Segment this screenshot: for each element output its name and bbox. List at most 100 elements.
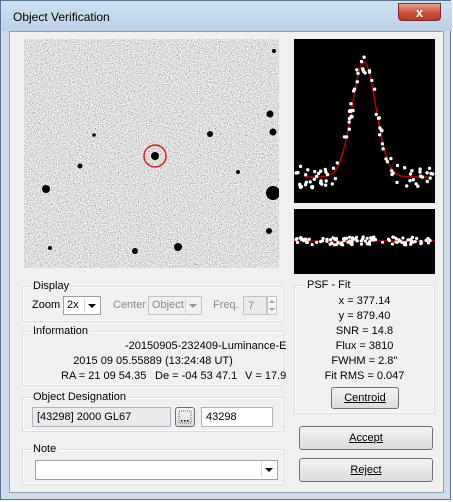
designation-legend: Object Designation (31, 390, 128, 404)
residual-data-point (363, 239, 367, 243)
freq-value: 7 (248, 300, 255, 312)
psf-fwhm: FWHM = 2.8'' (331, 355, 398, 367)
residual-data-point (371, 235, 376, 239)
residual-data-point (348, 235, 352, 239)
designation-group: Object Designation [43298] 2000 GL67 432… (22, 390, 284, 432)
psf-data-point (418, 170, 422, 174)
designation-name: [43298] 2000 GL67 (37, 411, 132, 423)
psf-data-point (349, 102, 353, 106)
psf-data-point (324, 179, 328, 183)
psf-data-point (418, 174, 423, 178)
residual-data-point (371, 238, 375, 242)
right-ascension: RA = 21 09 54.35 (61, 370, 147, 382)
psf-data-point (355, 68, 359, 72)
psf-data-point (347, 127, 351, 131)
psf-profile-plot (294, 39, 435, 203)
psf-data-point (378, 126, 382, 130)
residual-data-point (399, 239, 403, 244)
note-group: Note (22, 442, 284, 485)
psf-data-point (380, 142, 385, 146)
freq-spinner[interactable] (267, 296, 277, 315)
psf-data-point (312, 177, 316, 181)
residual-data-point (394, 240, 398, 244)
psf-data-point (350, 115, 354, 119)
psf-data-point (403, 166, 407, 170)
residual-data-point (401, 236, 405, 240)
psf-data-point (314, 174, 319, 179)
psf-data-point (408, 172, 413, 176)
title-bar[interactable]: Object Verification x (1, 1, 452, 31)
information-legend: Information (31, 324, 91, 338)
residual-data-point (325, 239, 329, 243)
psf-data-point (405, 184, 409, 188)
psf-data-point (385, 160, 390, 164)
residual-data-point (295, 237, 299, 241)
reject-label: Reject (350, 464, 382, 476)
psf-data-point (303, 183, 308, 187)
psf-data-point (390, 172, 394, 177)
residual-data-point (307, 237, 311, 241)
residual-data-point (365, 242, 369, 246)
freq-input[interactable]: 7 (243, 296, 267, 315)
star-field-image[interactable] (24, 39, 279, 268)
zoom-label: Zoom (32, 299, 61, 311)
psf-data-point (377, 116, 382, 120)
residual-data-point (359, 242, 364, 246)
psf-data-point (294, 171, 298, 175)
psf-data-point (372, 87, 377, 91)
psf-data-point (370, 78, 374, 83)
center-select[interactable]: Object (148, 296, 202, 315)
freq-label: Freq. (213, 299, 239, 311)
psf-data-point (408, 179, 412, 183)
psf-data-point (330, 182, 334, 186)
magnitude: V = 17.9 (245, 370, 287, 382)
reject-button[interactable]: Reject (299, 458, 433, 482)
residual-data-point (392, 235, 396, 239)
residual-data-point (295, 240, 300, 245)
psf-data-point (425, 171, 429, 175)
psf-data-point (380, 129, 384, 133)
residual-data-point (361, 235, 365, 239)
psf-data-point (331, 166, 336, 170)
psf-data-point (411, 178, 415, 182)
close-button[interactable]: x (398, 3, 441, 21)
centroid-button[interactable]: Centroid (331, 387, 399, 409)
accept-button[interactable]: Accept (299, 426, 433, 450)
psf-data-point (414, 182, 418, 186)
designation-name-field: [43298] 2000 GL67 (32, 407, 171, 427)
residual-data-point (315, 240, 319, 244)
psf-y: y = 879.40 (338, 310, 391, 322)
psf-data-point (395, 180, 399, 185)
zoom-select[interactable]: 2x (63, 296, 101, 315)
psf-data-point (304, 173, 308, 177)
psf-data-point (425, 179, 429, 184)
display-legend: Display (31, 279, 72, 293)
residual-data-point (355, 239, 359, 243)
psf-data-point (333, 176, 338, 181)
residual-data-point (386, 237, 391, 241)
note-select[interactable] (35, 460, 278, 480)
psf-data-point (359, 59, 364, 64)
declination: De = -04 53 47.1 (155, 370, 238, 382)
residual-data-point (330, 241, 334, 245)
psf-data-point (298, 182, 302, 186)
psf-data-point (410, 169, 414, 173)
ellipsis-icon (178, 410, 192, 424)
psf-data-point (429, 171, 433, 176)
psf-data-point (362, 55, 366, 59)
psf-data-point (324, 183, 328, 187)
residual-data-point (333, 237, 337, 241)
zoom-value: 2x (67, 299, 79, 311)
accept-label: Accept (349, 432, 383, 444)
designation-number-input[interactable]: 43298 (201, 407, 273, 427)
information-group: Information -20150905-232409-Luminance-E… (22, 324, 287, 386)
psf-data-point (389, 156, 393, 161)
psf-data-point (298, 164, 303, 169)
window-title: Object Verification (13, 10, 110, 24)
residual-data-point (426, 241, 430, 245)
designation-number: 43298 (206, 411, 237, 423)
browse-button[interactable] (175, 407, 195, 427)
psf-data-point (319, 169, 323, 173)
residual-data-point (415, 236, 419, 240)
residual-data-point (354, 235, 359, 239)
